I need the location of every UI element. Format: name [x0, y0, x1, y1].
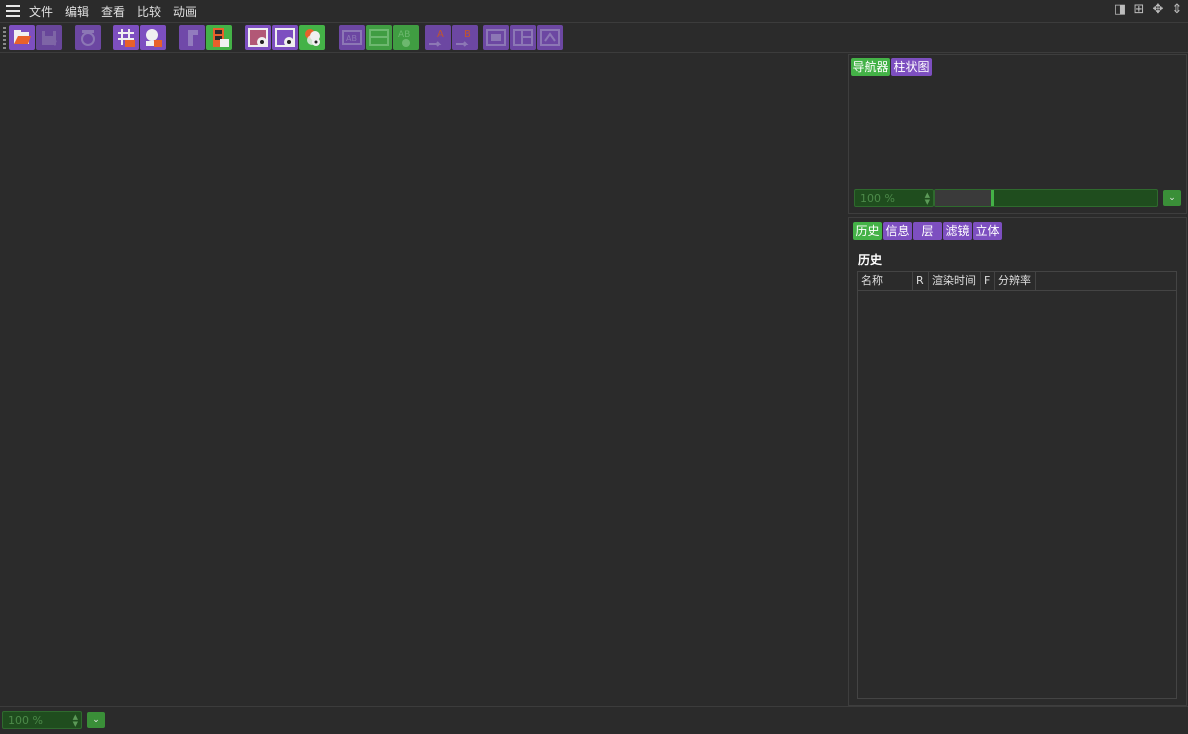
layout-3-icon — [540, 29, 560, 46]
open-folder-button[interactable] — [9, 25, 35, 50]
layout-1-button[interactable] — [483, 25, 509, 50]
film-strip-button[interactable] — [206, 25, 232, 50]
tab-history[interactable]: 历史 — [853, 222, 882, 240]
region-render-icon — [118, 29, 135, 47]
open-folder-icon — [14, 30, 31, 44]
camera-button[interactable] — [75, 25, 101, 50]
svg-text:AB: AB — [398, 30, 410, 40]
set-a-button[interactable]: A — [425, 25, 451, 50]
ab-compare-icon: AB — [398, 30, 410, 47]
set-b-button[interactable]: B — [452, 25, 478, 50]
menu-compare[interactable]: 比较 — [137, 3, 161, 20]
history-title: 历史 — [858, 253, 883, 267]
statusbar-zoom-field[interactable]: 100 % ▲ ▼ — [2, 711, 82, 729]
column-name[interactable]: 名称 — [858, 272, 913, 290]
tab-stereo[interactable]: 立体 — [973, 222, 1002, 240]
menu-edit[interactable]: 编辑 — [65, 3, 89, 20]
image-viewport[interactable] — [0, 53, 847, 705]
layout-2-button[interactable] — [510, 25, 536, 50]
show-b-icon — [275, 28, 295, 47]
move-icon[interactable]: ✥ — [1151, 3, 1165, 17]
navigator-zoom-value: 100 % — [860, 192, 895, 205]
tab-navigator[interactable]: 导航器 — [851, 58, 890, 76]
svg-text:AB: AB — [346, 34, 357, 43]
statusbar-zoom-value: 100 % — [8, 714, 43, 727]
panel-toggle-icon[interactable]: ◨ — [1113, 3, 1127, 17]
navigator-zoom-slider[interactable] — [934, 189, 1158, 207]
rgb-channels-icon — [305, 29, 320, 46]
hamburger-menu-icon[interactable] — [6, 5, 20, 17]
tab-filters[interactable]: 滤镜 — [943, 222, 972, 240]
zoom-dropdown-button[interactable]: ⌄ — [1163, 190, 1181, 206]
layout-2-icon — [513, 29, 533, 46]
history-table[interactable]: 名称 R 渲染时间 F 分辨率 — [857, 271, 1177, 699]
statusbar-zoom-dropdown-button[interactable]: ⌄ — [87, 712, 105, 728]
menu-animation[interactable]: 动画 — [173, 3, 197, 20]
zoom-spinner-icon[interactable]: ▲ ▼ — [925, 192, 930, 206]
show-a-icon — [248, 28, 268, 47]
statusbar-spinner-icon[interactable]: ▲ ▼ — [73, 714, 78, 728]
set-a-icon: A — [429, 29, 444, 47]
history-panel: 历史 信息 层 滤镜 立体 历史 名称 R 渲染时间 F 分辨率 — [848, 217, 1187, 706]
toolbar: ? AB AB A B — [0, 23, 1188, 53]
navigator-zoom-field[interactable]: 100 % ▲ ▼ — [854, 189, 934, 207]
ab-horizontal-button[interactable] — [366, 25, 392, 50]
navigator-panel: 导航器 柱状图 100 % ▲ ▼ ⌄ — [848, 54, 1187, 214]
render-view-icon — [146, 29, 162, 47]
tab-histogram[interactable]: 柱状图 — [891, 58, 932, 76]
zoom-slider-knob[interactable] — [991, 190, 994, 206]
tab-layers[interactable]: 层 — [913, 222, 942, 240]
column-r[interactable]: R — [913, 272, 929, 290]
ab-split-icon: AB — [342, 30, 362, 45]
layout-1-icon — [486, 29, 506, 46]
svg-text:?: ? — [53, 39, 57, 48]
tab-info[interactable]: 信息 — [883, 222, 912, 240]
new-window-icon[interactable]: ⊞ — [1132, 3, 1146, 17]
show-channels-button[interactable] — [299, 25, 325, 50]
film-strip-icon — [213, 28, 229, 47]
menu-view[interactable]: 查看 — [101, 3, 125, 20]
ab-compare-button[interactable]: AB — [393, 25, 419, 50]
column-render-time[interactable]: 渲染时间 — [929, 272, 981, 290]
save-icon: ? — [42, 31, 57, 48]
svg-text:B: B — [464, 29, 471, 40]
filter-icon — [188, 30, 198, 46]
zoom-slider-fill — [935, 190, 991, 206]
column-f[interactable]: F — [981, 272, 995, 290]
dock-icon[interactable]: ⇕ — [1170, 3, 1184, 17]
layout-3-button[interactable] — [537, 25, 563, 50]
ab-horizontal-icon — [369, 29, 389, 46]
render-to-picture-viewer-button[interactable] — [140, 25, 166, 50]
menu-bar: 文件 编辑 查看 比较 动画 ◨ ⊞ ✥ ⇕ — [0, 0, 1188, 23]
show-b-button[interactable] — [272, 25, 298, 50]
camera-icon — [81, 30, 95, 46]
region-render-button[interactable] — [113, 25, 139, 50]
history-table-header: 名称 R 渲染时间 F 分辨率 — [858, 272, 1176, 291]
menu-file[interactable]: 文件 — [29, 3, 53, 20]
toolbar-grip[interactable] — [3, 27, 6, 49]
status-bar: 100 % ▲ ▼ ⌄ — [0, 706, 1188, 734]
ab-split-button[interactable]: AB — [339, 25, 365, 50]
svg-text:A: A — [437, 29, 444, 40]
column-resolution[interactable]: 分辨率 — [995, 272, 1036, 290]
save-button[interactable]: ? — [36, 25, 62, 50]
set-b-icon: B — [456, 29, 471, 47]
filter-button[interactable] — [179, 25, 205, 50]
show-a-button[interactable] — [245, 25, 271, 50]
